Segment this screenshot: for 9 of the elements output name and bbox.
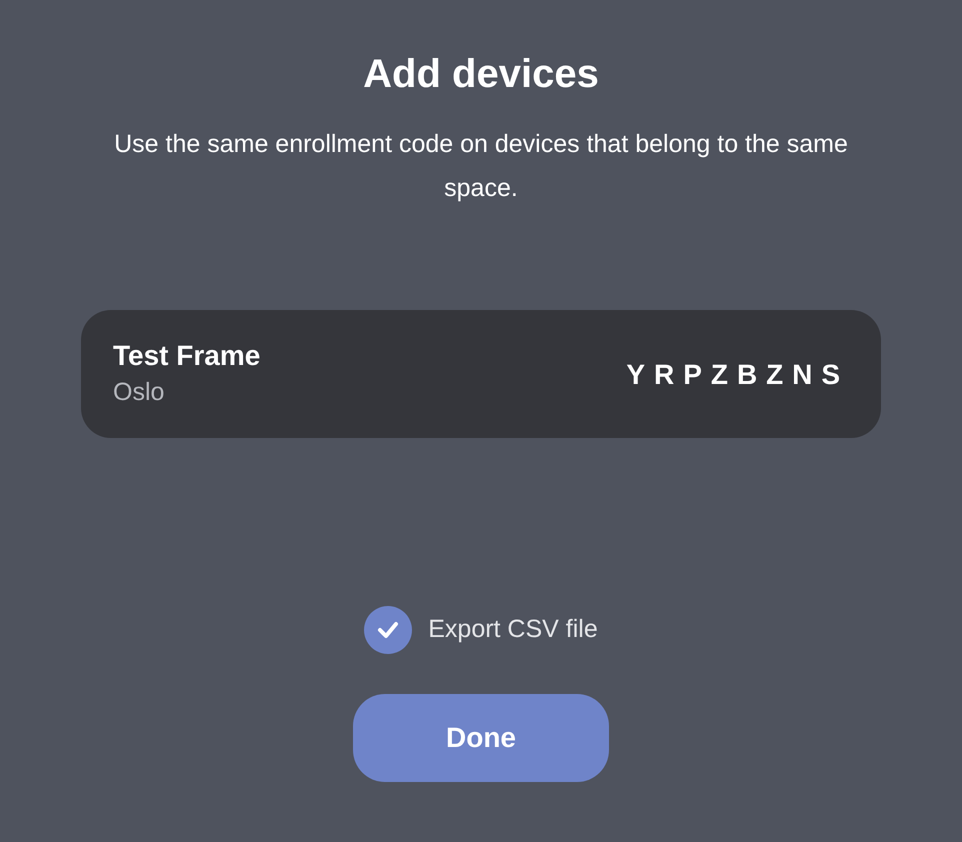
check-icon [377, 621, 400, 639]
done-button[interactable]: Done [353, 694, 609, 782]
device-location: Oslo [113, 377, 166, 408]
device-name: Test Frame [113, 339, 260, 373]
checkbox-label: Export CSV file [428, 614, 598, 646]
description: Use the same enrollment code on devices that belong to the same space. [113, 129, 849, 204]
enrollment-code: YRPZBZNS [626, 358, 849, 392]
dialog-title: Add devices [363, 51, 599, 98]
checkbox[interactable] [364, 606, 412, 654]
